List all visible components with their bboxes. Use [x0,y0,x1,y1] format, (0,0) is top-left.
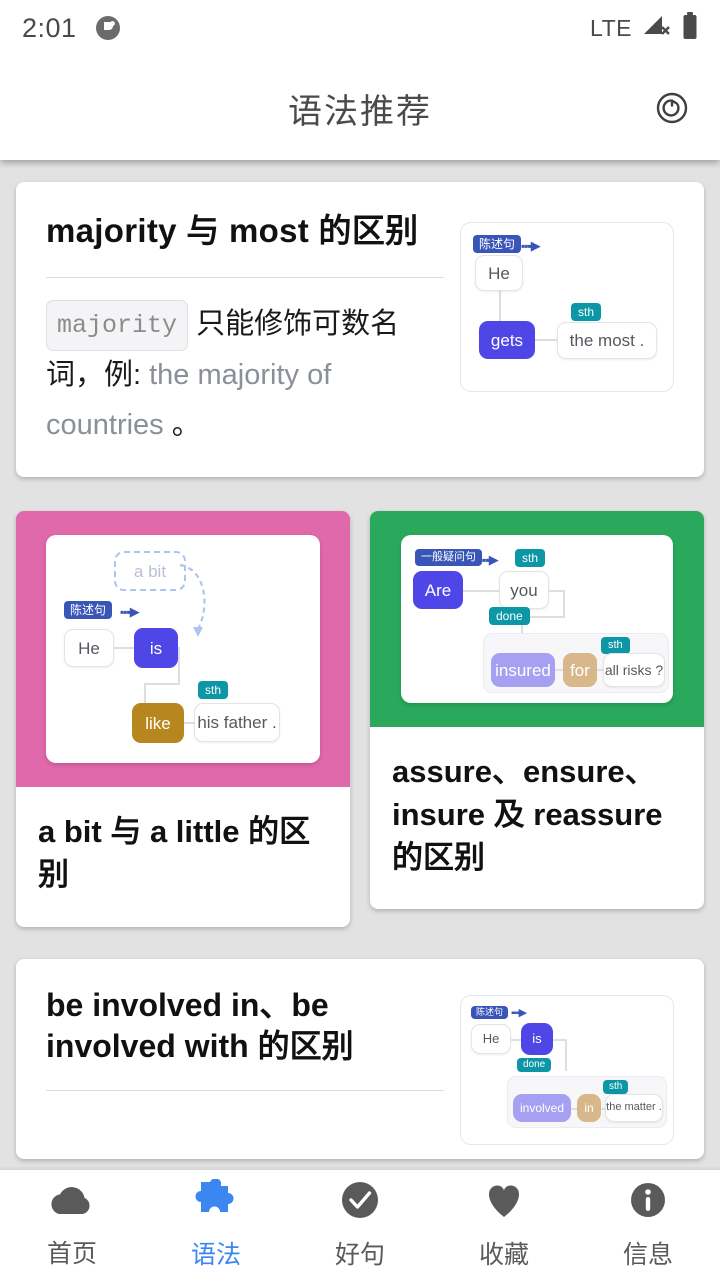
diagram-node-complement: like [132,703,184,743]
diagram-node-object: his father . [194,703,280,742]
nav-item-sentences[interactable]: 好句 [288,1179,432,1271]
cloud-icon [46,1180,98,1225]
diagram-badge-done: done [489,607,530,625]
nav-label: 语法 [190,1241,241,1269]
diagram-node-object: the most . [557,322,657,359]
diagram-badge-sth-2: sth [601,637,630,654]
refresh-icon[interactable] [650,86,694,130]
card-title: a bit 与 a little 的区别 [38,814,311,892]
card-hero-pink: a bit 陈述句 ▪▪▪▶ He is like sth his father… [16,511,350,787]
diagram-badge-sth: sth [198,681,229,699]
diagram-node-subject: He [471,1023,511,1054]
card-assure-ensure-insure[interactable]: 一般疑问句 ▪▪▪▶ sth Are you done sth insured … [370,511,704,910]
card-be-involved[interactable]: be involved in、be involved with 的区别 陈述句 … [16,958,704,1159]
connector [144,683,180,685]
dashed-curve-icon [179,563,206,637]
info-circle-icon [624,1179,672,1226]
dotted-arrow-icon: ▪▪▪▶ [511,1006,527,1019]
dotted-arrow-icon: ▪▪▪▶ [479,552,499,567]
battery-full-icon [682,11,698,45]
status-right-cluster: LTE [590,11,698,45]
status-bar: 2:01 LTE [0,0,720,56]
bottom-navigation: 首页 语法 好句 收藏 信息 [0,1170,720,1280]
card-feed[interactable]: majority 与 most 的区别 majority 只能修饰可数名词，例:… [0,160,720,1170]
nav-item-favorites[interactable]: 收藏 [432,1179,576,1271]
nav-label: 信息 [622,1241,673,1269]
diagram-node-aux: Are [413,571,463,609]
connector [565,1038,567,1071]
dotted-arrow-icon: ▪▪▪▶ [120,604,140,619]
diagram-node-verb: gets [479,321,535,359]
diagram-node-participle: insured [491,653,555,687]
dotted-arrow-icon: ▪▪▪▶ [521,238,541,253]
diagram-node-object: the matter . [605,1093,663,1122]
diagram-badge-sth-1: sth [515,549,546,567]
app-bar: 语法推荐 [0,56,720,160]
diagram-node-participle: involved [513,1093,571,1122]
card-text-block: be involved in、be involved with 的区别 [46,985,460,1091]
connector [463,590,499,592]
diagram-node-verb: is [521,1022,553,1055]
diagram-tag-badge: 一般疑问句 [415,549,482,566]
nav-item-grammar[interactable]: 语法 [144,1178,288,1271]
card-title: be involved in、be involved with 的区别 [46,986,354,1065]
card-title: assure、ensure、insure 及 reassure 的区别 [392,754,663,875]
network-type-label: LTE [590,14,632,41]
diagram-node-preposition: for [563,653,597,687]
sentence-diagram-1[interactable]: 陈述句 ▪▪▪▶ He gets sth the most . [460,222,674,392]
puzzle-icon [190,1178,242,1226]
nav-label: 首页 [46,1240,97,1268]
nav-label: 好句 [334,1241,385,1269]
diagram-tag-badge: 陈述句 [471,1005,509,1019]
diagram-badge-done: done [517,1057,552,1072]
app-badge-icon [93,13,123,43]
sentence-diagram-3[interactable]: 一般疑问句 ▪▪▪▶ sth Are you done sth insured … [401,535,673,703]
diagram-tag-badge: 陈述句 [64,601,113,619]
signal-no-data-icon [642,13,672,44]
diagram-tag-badge: 陈述句 [473,235,522,253]
diagram-node-subject: He [64,629,114,667]
card-a-bit-a-little[interactable]: a bit 陈述句 ▪▪▪▶ He is like sth his father… [16,511,350,927]
app-root: 2:01 LTE 语法推荐 majority 与 most 的区别 majori… [0,0,720,1280]
diagram-node-preposition: in [577,1093,601,1122]
card-row: a bit 陈述句 ▪▪▪▶ He is like sth his father… [16,511,704,927]
card-hero-green: 一般疑问句 ▪▪▪▶ sth Are you done sth insured … [370,511,704,727]
check-circle-icon [336,1179,384,1226]
diagram-badge-sth: sth [603,1079,629,1094]
page-title: 语法推荐 [288,92,432,131]
diagram-node-object: all risks ? [603,653,665,687]
sentence-diagram-2[interactable]: a bit 陈述句 ▪▪▪▶ He is like sth his father… [46,535,320,763]
card-body: majority 只能修饰可数名词，例: the majority of cou… [46,300,444,451]
connector [535,339,557,341]
card-title: majority 与 most 的区别 [46,212,419,249]
sentence-diagram-4[interactable]: 陈述句 ▪▪▪▶ He is done sth involved in the … [460,994,674,1145]
diagram-node-subject: He [475,255,523,291]
diagram-node-subject: you [499,571,549,609]
code-chip: majority [46,300,189,352]
nav-item-home[interactable]: 首页 [0,1180,144,1270]
card-majority-most[interactable]: majority 与 most 的区别 majority 只能修饰可数名词，例:… [16,182,704,477]
card-text-block: majority 与 most 的区别 majority 只能修饰可数名词，例:… [46,210,460,451]
connector [114,647,136,649]
heart-icon [480,1179,528,1226]
diagram-node-verb: is [134,628,178,668]
connector [563,590,565,618]
connector [178,647,180,685]
diagram-badge-sth: sth [571,303,602,321]
nav-item-info[interactable]: 信息 [576,1179,720,1271]
nav-label: 收藏 [478,1241,529,1269]
body-text-cn-2: 。 [163,409,201,442]
status-time: 2:01 [22,12,77,43]
divider [46,1089,444,1091]
divider [46,277,444,279]
